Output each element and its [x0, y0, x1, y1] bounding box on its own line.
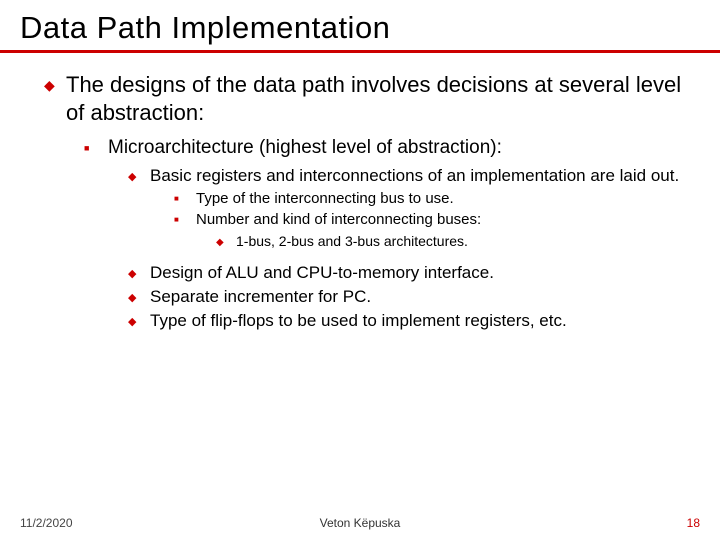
bullet-text: Separate incrementer for PC.	[150, 286, 690, 308]
footer-page-number: 18	[687, 516, 700, 530]
bullet-level3: ◆ Basic registers and interconnections o…	[128, 165, 690, 187]
footer-author: Veton Këpuska	[0, 516, 720, 530]
bullet-level3: ◆ Design of ALU and CPU-to-memory interf…	[128, 262, 690, 284]
square-icon: ■	[174, 210, 196, 225]
bullet-level3: ◆ Type of flip-flops to be used to imple…	[128, 310, 690, 332]
bullet-text: Type of the interconnecting bus to use.	[196, 189, 690, 209]
square-icon: ■	[174, 189, 196, 204]
bullet-level4: ■ Number and kind of interconnecting bus…	[174, 210, 690, 230]
bullet-text: Design of ALU and CPU-to-memory interfac…	[150, 262, 690, 284]
bullet-level2: ■ Microarchitecture (highest level of ab…	[84, 136, 690, 161]
bullet-text: Type of flip-flops to be used to impleme…	[150, 310, 690, 332]
bullet-text: 1-bus, 2-bus and 3-bus architectures.	[236, 232, 690, 250]
diamond-icon: ◆	[128, 165, 150, 184]
diamond-icon: ◆	[44, 71, 66, 95]
bullet-text: The designs of the data path involves de…	[66, 71, 690, 126]
slide: Data Path Implementation ◆ The designs o…	[0, 0, 720, 540]
bullet-level3: ◆ Separate incrementer for PC.	[128, 286, 690, 308]
bullet-text: Basic registers and interconnections of …	[150, 165, 690, 187]
slide-title: Data Path Implementation	[0, 0, 720, 50]
diamond-icon: ◆	[128, 310, 150, 329]
bullet-level1: ◆ The designs of the data path involves …	[44, 71, 690, 126]
bullet-text: Microarchitecture (highest level of abst…	[108, 136, 690, 161]
bullet-level4: ■ Type of the interconnecting bus to use…	[174, 189, 690, 209]
bullet-text: Number and kind of interconnecting buses…	[196, 210, 690, 230]
diamond-icon: ◆	[128, 262, 150, 281]
diamond-icon: ◆	[128, 286, 150, 305]
diamond-icon: ◆	[216, 232, 236, 249]
slide-body: ◆ The designs of the data path involves …	[0, 53, 720, 332]
square-icon: ■	[84, 136, 108, 155]
bullet-level5: ◆ 1-bus, 2-bus and 3-bus architectures.	[216, 232, 690, 250]
